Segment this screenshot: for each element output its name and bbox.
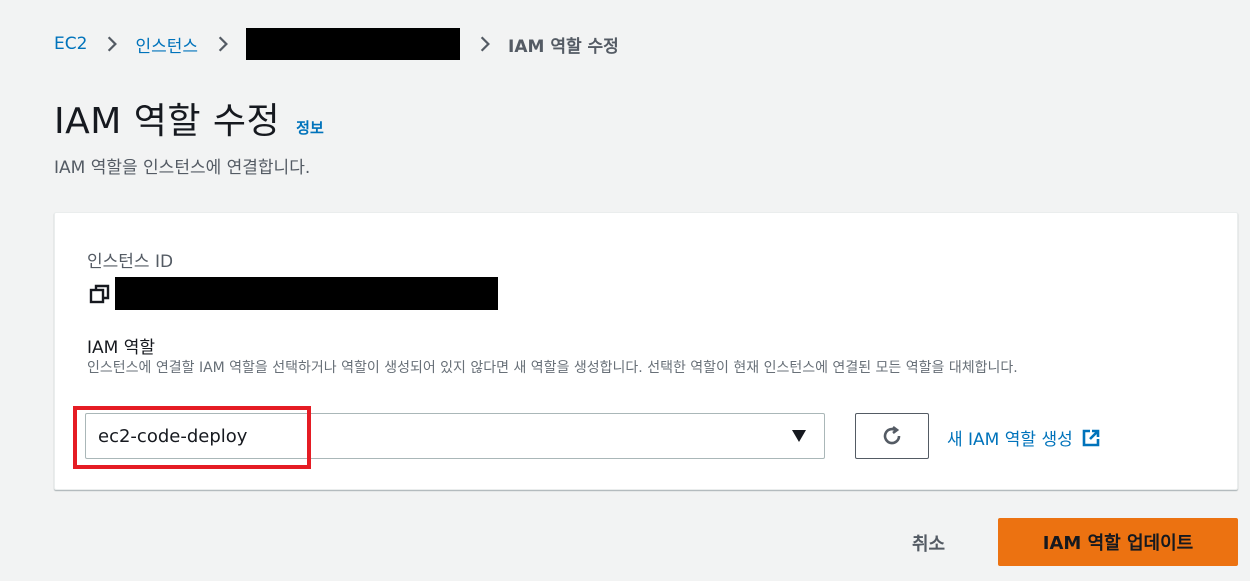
- info-link[interactable]: 정보: [296, 117, 324, 138]
- breadcrumb-instances[interactable]: 인스턴스: [135, 32, 198, 57]
- modify-iam-role-page: EC2 인스턴스 IAM 역할 수정 IAM 역할 수정 정보 IAM 역할을 …: [0, 0, 1250, 581]
- form-panel: 인스턴스 ID IAM 역할 인스턴스에 연결할 IAM 역할을 선택하거나 역…: [54, 212, 1238, 490]
- page-subtitle: IAM 역할을 인스턴스에 연결합니다.: [54, 158, 311, 178]
- chevron-right-icon: [103, 35, 121, 53]
- cancel-button[interactable]: 취소: [912, 530, 945, 556]
- title-row: IAM 역할 수정 정보: [54, 92, 324, 144]
- update-iam-role-button[interactable]: IAM 역할 업데이트: [998, 518, 1238, 566]
- page-title: IAM 역할 수정: [54, 101, 281, 142]
- create-iam-role-label: 새 IAM 역할 생성: [947, 430, 1073, 450]
- refresh-button[interactable]: [855, 413, 929, 459]
- caret-down-icon: [792, 430, 806, 442]
- copy-icon[interactable]: [89, 283, 111, 305]
- breadcrumb-instance-redacted[interactable]: [246, 28, 460, 60]
- instance-id-label: 인스턴스 ID: [87, 252, 174, 272]
- chevron-right-icon: [476, 35, 494, 53]
- external-link-icon: [1082, 429, 1100, 446]
- iam-role-select-value: ec2-code-deploy: [98, 425, 248, 447]
- breadcrumb-current: IAM 역할 수정: [508, 36, 619, 57]
- iam-role-select[interactable]: ec2-code-deploy: [85, 413, 825, 459]
- iam-role-description: 인스턴스에 연결할 IAM 역할을 선택하거나 역할이 생성되어 있지 않다면 …: [87, 360, 1018, 376]
- chevron-right-icon: [214, 35, 232, 53]
- create-iam-role-link[interactable]: 새 IAM 역할 생성: [947, 425, 1101, 450]
- breadcrumb: EC2 인스턴스 IAM 역할 수정: [54, 28, 619, 60]
- refresh-icon: [883, 425, 901, 445]
- breadcrumb-ec2[interactable]: EC2: [54, 34, 87, 54]
- iam-role-label: IAM 역할: [87, 338, 155, 358]
- instance-id-value-redacted: [115, 277, 498, 310]
